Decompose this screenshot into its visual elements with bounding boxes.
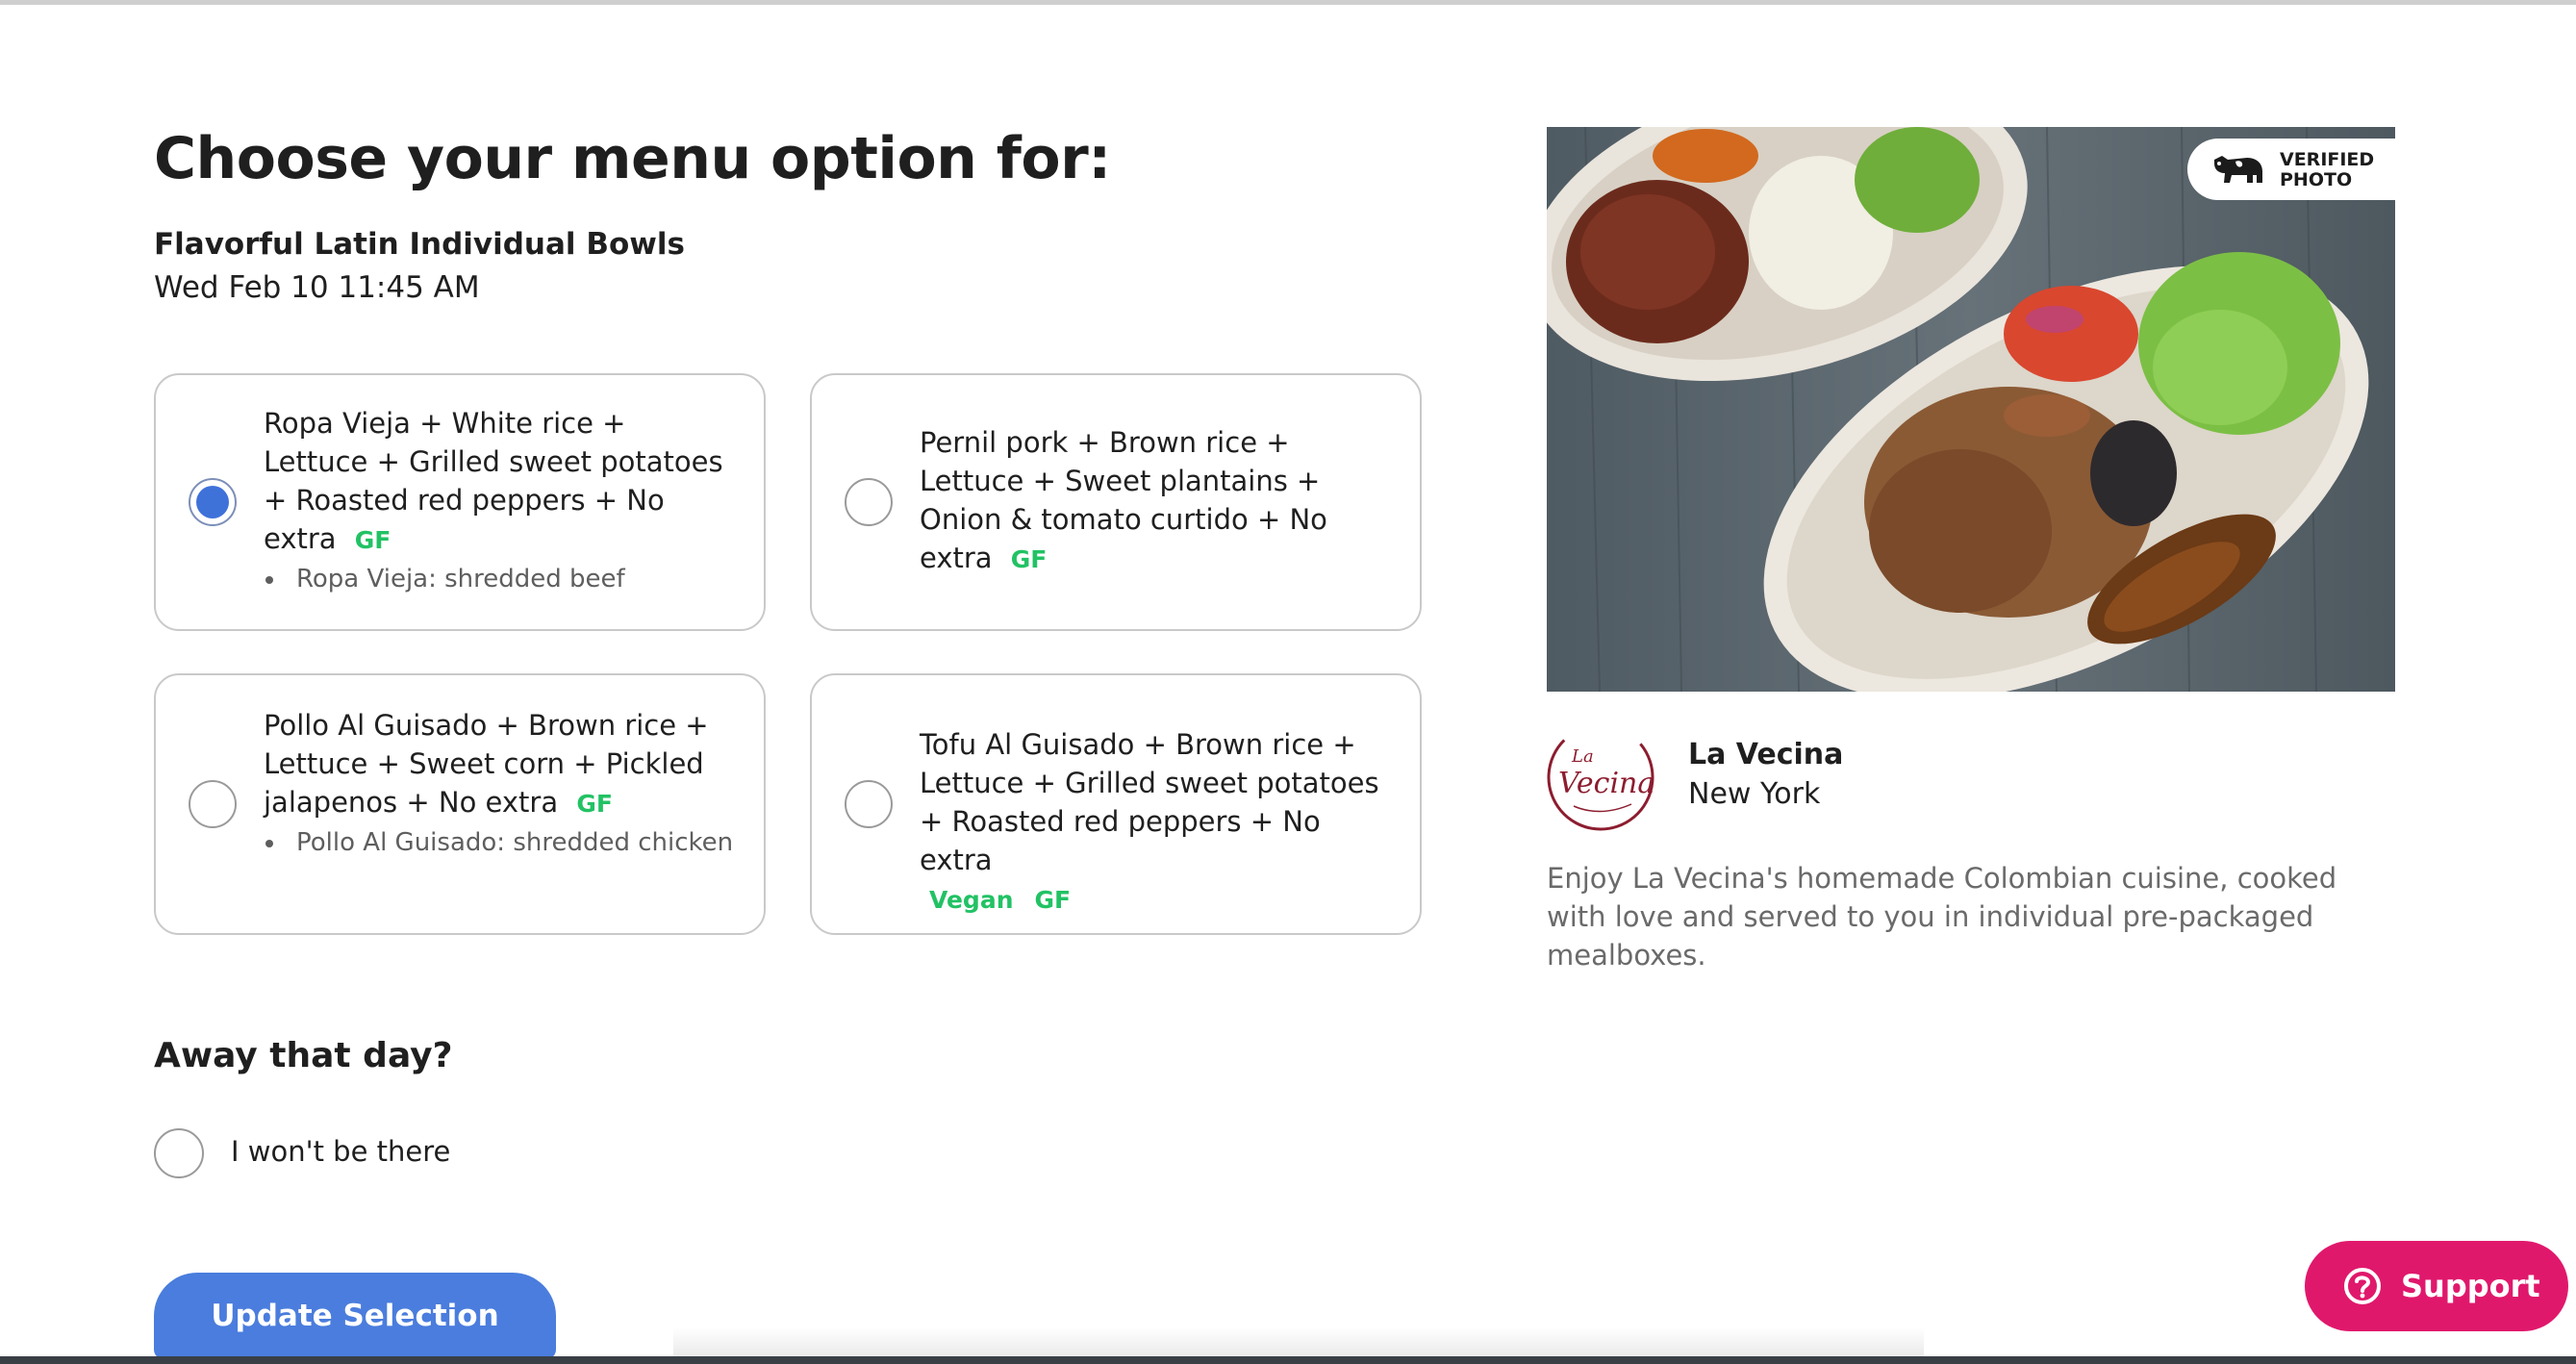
- radio-dot: [196, 486, 229, 518]
- menu-option-card[interactable]: Pollo Al Guisado + Brown rice + Lettuce …: [154, 673, 766, 935]
- option-text: Pernil pork + Brown rice + Lettuce + Swe…: [920, 426, 1327, 574]
- option-description: Pollo Al Guisado + Brown rice + Lettuce …: [264, 706, 735, 862]
- food-bowls-image: [1547, 127, 2395, 692]
- cow-icon: [2214, 156, 2262, 183]
- la-vecina-logo-icon: La Vecina: [1547, 723, 1654, 831]
- menu-option-card[interactable]: Pernil pork + Brown rice + Lettuce + Swe…: [810, 373, 1422, 631]
- option-note: Ropa Vieja: shredded beef: [264, 560, 735, 598]
- option-radio-selected[interactable]: [189, 478, 237, 526]
- option-radio[interactable]: [845, 478, 893, 526]
- gf-tag: GF: [354, 526, 391, 554]
- option-text: Tofu Al Guisado + Brown rice + Lettuce +…: [920, 728, 1379, 876]
- svg-text:Vecina: Vecina: [1558, 767, 1654, 800]
- restaurant-description: Enjoy La Vecina's homemade Colombian cui…: [1547, 862, 2337, 972]
- option-radio[interactable]: [845, 780, 893, 828]
- support-button[interactable]: Support: [2305, 1241, 2568, 1331]
- bottom-shadow: [673, 1327, 1924, 1356]
- restaurant-logo: La Vecina: [1545, 721, 1656, 833]
- gf-tag: GF: [1010, 545, 1048, 573]
- option-description: Ropa Vieja + White rice + Lettuce + Gril…: [264, 404, 735, 598]
- vegan-tag: Vegan: [929, 886, 1014, 914]
- option-note: Pollo Al Guisado: shredded chicken: [264, 823, 735, 862]
- gf-tag: GF: [1034, 886, 1072, 914]
- question-circle-icon: [2344, 1268, 2381, 1304]
- meal-name: Flavorful Latin Individual Bowls: [154, 227, 685, 262]
- bottom-edge: [0, 1356, 2576, 1364]
- away-heading: Away that day?: [154, 1036, 453, 1075]
- meal-photo: VERIFIED PHOTO: [1547, 127, 2395, 692]
- update-selection-button[interactable]: Update Selection: [154, 1273, 556, 1359]
- option-description: Tofu Al Guisado + Brown rice + Lettuce +…: [920, 725, 1391, 920]
- menu-option-card[interactable]: Tofu Al Guisado + Brown rice + Lettuce +…: [810, 673, 1422, 935]
- away-radio[interactable]: [154, 1128, 204, 1178]
- restaurant-name: La Vecina: [1688, 738, 1844, 771]
- meal-datetime: Wed Feb 10 11:45 AM: [154, 270, 480, 305]
- top-divider: [0, 0, 2576, 5]
- verified-photo-label: VERIFIED PHOTO: [2280, 149, 2375, 190]
- option-description: Pernil pork + Brown rice + Lettuce + Swe…: [920, 423, 1391, 579]
- verified-photo-badge: VERIFIED PHOTO: [2187, 139, 2395, 200]
- option-radio[interactable]: [189, 780, 237, 828]
- restaurant-city: New York: [1688, 777, 1821, 811]
- gf-tag: GF: [576, 790, 613, 818]
- page-title: Choose your menu option for:: [154, 125, 1111, 192]
- away-label[interactable]: I won't be there: [231, 1135, 450, 1168]
- svg-text:La: La: [1571, 746, 1594, 767]
- menu-option-card[interactable]: Ropa Vieja + White rice + Lettuce + Gril…: [154, 373, 766, 631]
- option-text: Ropa Vieja + White rice + Lettuce + Gril…: [264, 407, 723, 555]
- support-label: Support: [2401, 1268, 2540, 1304]
- option-text: Pollo Al Guisado + Brown rice + Lettuce …: [264, 709, 709, 819]
